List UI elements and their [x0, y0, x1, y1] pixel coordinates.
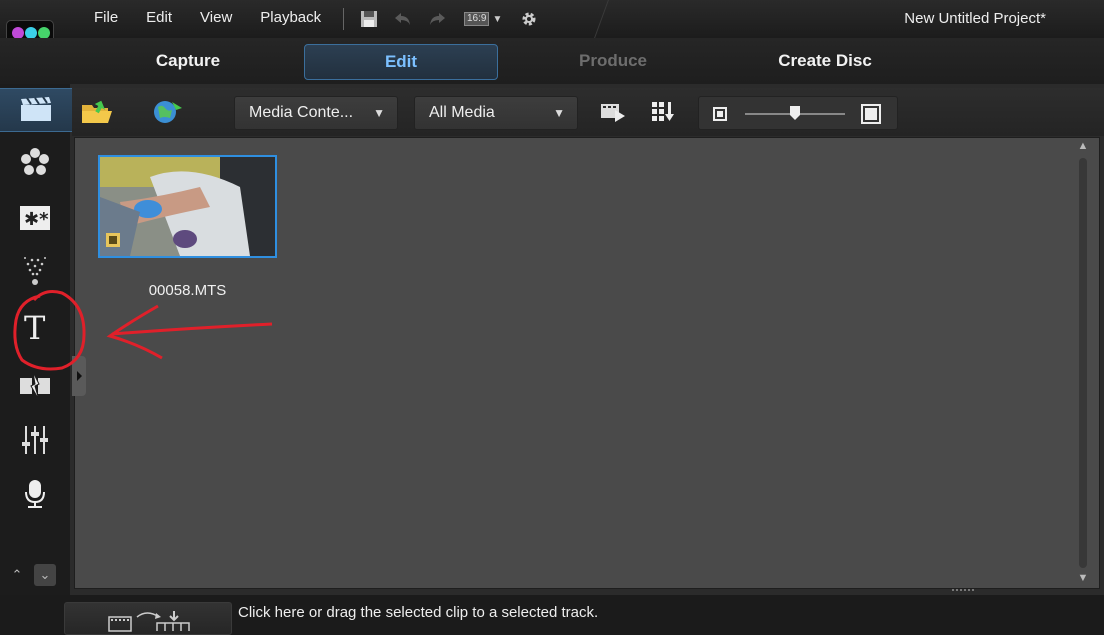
chevron-down-icon: ▼ — [553, 106, 565, 120]
redo-icon[interactable] — [424, 6, 450, 32]
library-scrollbar[interactable]: ▲ ▼ — [1076, 140, 1090, 586]
chevron-down-icon: ▼ — [492, 13, 503, 25]
status-hint-text[interactable]: Click here or drag the selected clip to … — [238, 604, 598, 621]
project-title: New Untitled Project* — [904, 10, 1046, 27]
fx-room-icon — [21, 148, 49, 175]
media-content-value: Media Conte... — [249, 104, 354, 121]
pip-designer-button[interactable]: ✱* — [14, 198, 56, 238]
room-sidebar: ✱* T ⌃ ⌄ — [0, 84, 72, 595]
media-room-button[interactable] — [0, 88, 72, 132]
aspect-ratio-value: 16:9 — [463, 12, 490, 26]
main-menu: File Edit View Playback 16:9 ▼ — [80, 0, 546, 38]
thumbnail-size-control — [698, 96, 898, 130]
title-icon: T — [24, 309, 46, 344]
audio-mixing-room-button[interactable] — [14, 420, 56, 460]
clip-preview-image — [100, 157, 275, 256]
scrollbar-thumb[interactable] — [1079, 158, 1087, 568]
thumbnail-small-icon[interactable] — [713, 107, 727, 126]
pip-object-icon: ✱* — [20, 206, 50, 230]
tab-produce[interactable]: Produce — [553, 44, 673, 80]
tab-edit[interactable]: Edit — [304, 44, 498, 80]
download-media-button[interactable] — [148, 94, 186, 130]
svg-text:✱*: ✱* — [24, 209, 49, 230]
voiceover-icon — [25, 480, 45, 508]
grid-view-icon — [652, 102, 674, 121]
menu-file[interactable]: File — [80, 0, 132, 38]
insert-to-track-icon — [108, 611, 190, 632]
settings-gear-icon[interactable] — [516, 6, 542, 32]
chevron-down-icon[interactable]: ⌄ — [34, 564, 56, 586]
download-media-icon — [154, 101, 182, 123]
svg-text:T: T — [24, 309, 46, 344]
thumbnail-large-icon[interactable] — [861, 104, 881, 129]
menu-playback[interactable]: Playback — [246, 0, 335, 38]
panel-resize-grip[interactable] — [952, 589, 974, 593]
voiceover-room-button[interactable] — [14, 474, 56, 514]
scroll-up-arrow-icon[interactable]: ▲ — [1076, 140, 1090, 154]
import-media-button[interactable] — [78, 94, 116, 130]
tab-create-disc[interactable]: Create Disc — [760, 44, 890, 80]
chevron-up-icon[interactable]: ⌃ — [6, 564, 28, 586]
scroll-down-arrow-icon[interactable]: ▼ — [1076, 572, 1090, 586]
clip-filename: 00058.MTS — [148, 282, 227, 299]
insert-to-track-button[interactable] — [64, 602, 232, 635]
undo-icon[interactable] — [390, 6, 416, 32]
add-to-track-button[interactable] — [594, 94, 632, 130]
media-content-dropdown[interactable]: Media Conte... ▼ — [234, 96, 398, 130]
media-filter-dropdown[interactable]: All Media ▼ — [414, 96, 578, 130]
add-to-track-icon — [601, 104, 625, 122]
tab-capture[interactable]: Capture — [128, 44, 248, 80]
media-filter-value: All Media — [429, 104, 495, 121]
menu-view[interactable]: View — [186, 0, 246, 38]
media-room-icon — [21, 97, 51, 121]
save-icon[interactable] — [356, 6, 382, 32]
import-media-icon — [82, 100, 112, 123]
media-clip-thumbnail[interactable] — [98, 155, 277, 258]
menu-bar: File Edit View Playback 16:9 ▼ New Untit… — [0, 0, 1104, 38]
grid-view-button[interactable] — [644, 94, 682, 130]
thumbnail-size-slider-thumb[interactable] — [789, 105, 801, 126]
particle-icon — [24, 257, 46, 285]
menu-edit[interactable]: Edit — [132, 0, 186, 38]
menu-separator — [343, 8, 345, 30]
rail-scroll-controls: ⌃ ⌄ — [6, 564, 56, 586]
mode-bar: Capture Edit Produce Create Disc — [0, 38, 1104, 84]
library-toolbar: Media Conte... ▼ All Media ▼ — [72, 88, 1104, 136]
transition-room-button[interactable] — [14, 366, 56, 406]
aspect-ratio-selector[interactable]: 16:9 ▼ — [458, 6, 508, 32]
library-collapse-handle[interactable] — [72, 356, 86, 396]
title-room-button[interactable]: T — [14, 306, 56, 346]
particle-room-button[interactable] — [14, 250, 56, 290]
chevron-down-icon: ▼ — [373, 106, 385, 120]
audio-mixer-icon — [22, 426, 48, 454]
transition-icon — [20, 372, 50, 400]
fx-room-button[interactable] — [14, 142, 56, 182]
